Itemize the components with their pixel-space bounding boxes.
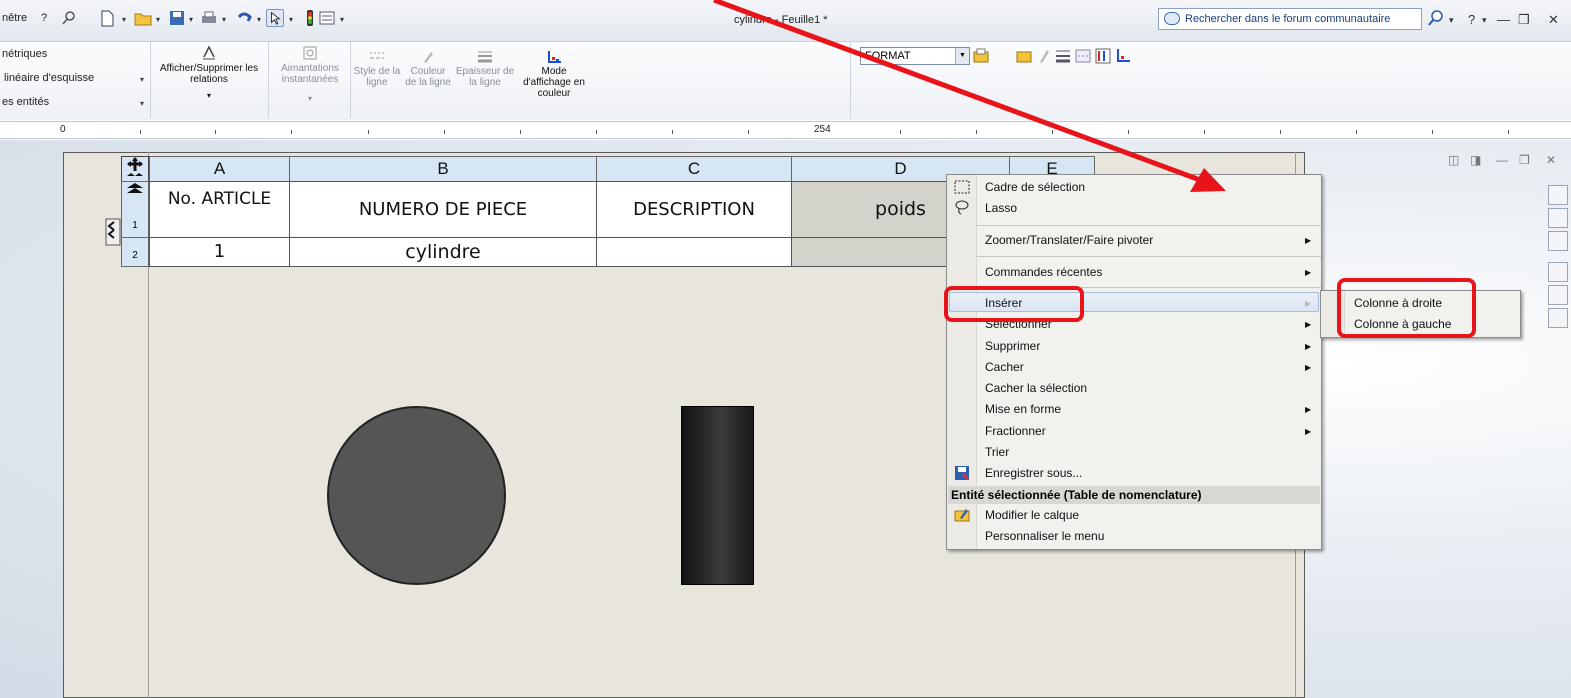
- annotation-arrow: [713, 0, 1226, 192]
